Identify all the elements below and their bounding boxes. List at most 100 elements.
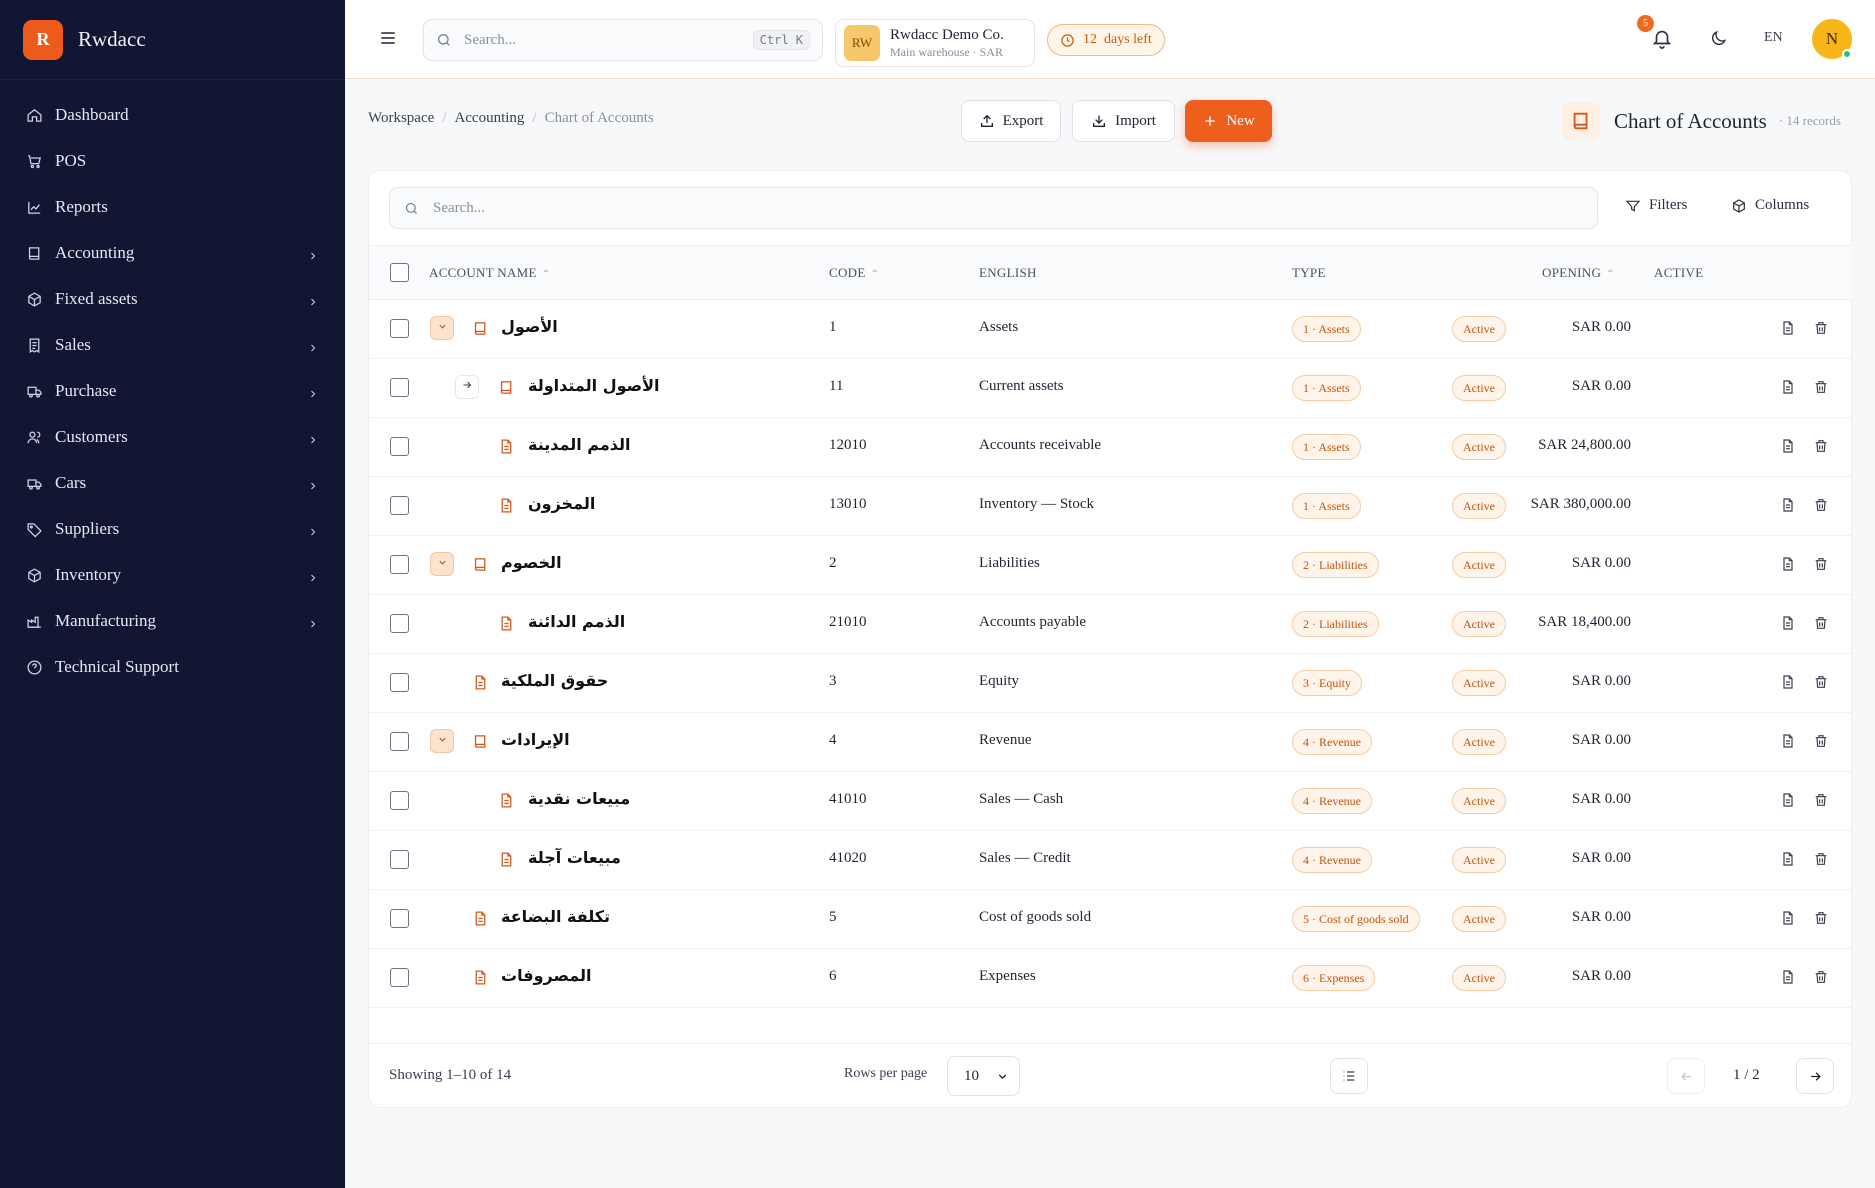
- sidebar-item-manufacturing[interactable]: Manufacturing: [0, 598, 345, 644]
- edit-icon[interactable]: [1780, 378, 1798, 398]
- table-row[interactable]: المصروفات 6 Expenses 6 · Expenses SAR 0.00 Ac…: [369, 949, 1853, 1008]
- account-name[interactable]: المخزون: [528, 494, 595, 513]
- account-name[interactable]: الأصول المتداولة: [528, 376, 659, 395]
- edit-icon[interactable]: [1780, 496, 1798, 516]
- account-name[interactable]: المصروفات: [501, 966, 591, 985]
- table-row[interactable]: الذمم المدينة 12010 Accounts receivable 1 ·…: [369, 418, 1853, 477]
- trash-icon[interactable]: [1813, 791, 1831, 811]
- account-name[interactable]: الذمم المدينة: [528, 435, 630, 454]
- edit-icon[interactable]: [1780, 791, 1798, 811]
- trash-icon[interactable]: [1813, 437, 1831, 457]
- edit-icon[interactable]: [1780, 909, 1798, 929]
- bell-icon[interactable]: [1651, 27, 1675, 51]
- row-checkbox[interactable]: [390, 378, 409, 397]
- sidebar-item-pos[interactable]: POS: [0, 138, 345, 184]
- filters-button[interactable]: Filters: [1625, 197, 1687, 214]
- export-button[interactable]: Export: [961, 100, 1061, 142]
- previous-page-button[interactable]: [1667, 1058, 1705, 1094]
- sidebar-item-accounting[interactable]: Accounting: [0, 230, 345, 276]
- trash-icon[interactable]: [1813, 968, 1831, 988]
- row-checkbox[interactable]: [390, 732, 409, 751]
- row-checkbox[interactable]: [390, 791, 409, 810]
- collapse-toggle[interactable]: [430, 316, 454, 340]
- table-row[interactable]: الأصول 1 Assets 1 · Assets SAR 0.00 Active: [369, 300, 1853, 359]
- table-row[interactable]: حقوق الملكية 3 Equity 3 · Equity SAR 0.00 Act…: [369, 654, 1853, 713]
- new-button[interactable]: New: [1185, 100, 1272, 142]
- edit-icon[interactable]: [1780, 555, 1798, 575]
- row-checkbox[interactable]: [390, 319, 409, 338]
- account-name[interactable]: الأصول: [501, 317, 558, 336]
- account-name[interactable]: حقوق الملكية: [501, 671, 608, 690]
- sidebar-item-technical-support[interactable]: Technical Support: [0, 644, 345, 690]
- trash-icon[interactable]: [1813, 850, 1831, 870]
- language-switcher[interactable]: EN: [1764, 30, 1783, 46]
- columns-button[interactable]: Columns: [1731, 197, 1809, 214]
- next-page-button[interactable]: [1796, 1058, 1834, 1094]
- account-name[interactable]: الخصوم: [501, 553, 562, 572]
- edit-icon[interactable]: [1780, 968, 1798, 988]
- trash-icon[interactable]: [1813, 673, 1831, 693]
- sidebar-item-fixed-assets[interactable]: Fixed assets: [0, 276, 345, 322]
- account-name[interactable]: تكلفة البضاعة: [501, 907, 610, 926]
- row-checkbox[interactable]: [390, 909, 409, 928]
- sidebar-item-reports[interactable]: Reports: [0, 184, 345, 230]
- table-row[interactable]: الأصول المتداولة 11 Current assets 1 · Asse…: [369, 359, 1853, 418]
- sidebar-item-inventory[interactable]: Inventory: [0, 552, 345, 598]
- edit-icon[interactable]: [1780, 614, 1798, 634]
- sidebar-item-dashboard[interactable]: Dashboard: [0, 92, 345, 138]
- trash-icon[interactable]: [1813, 555, 1831, 575]
- table-row[interactable]: الخصوم 2 Liabilities 2 · Liabilities SAR 0.0…: [369, 536, 1853, 595]
- trash-icon[interactable]: [1813, 496, 1831, 516]
- expand-toggle[interactable]: [455, 375, 479, 399]
- menu-icon[interactable]: [378, 28, 400, 50]
- row-checkbox[interactable]: [390, 968, 409, 987]
- sidebar-item-cars[interactable]: Cars: [0, 460, 345, 506]
- row-checkbox[interactable]: [390, 673, 409, 692]
- table-search-input[interactable]: Search...: [389, 187, 1598, 229]
- row-checkbox[interactable]: [390, 496, 409, 515]
- edit-icon[interactable]: [1780, 437, 1798, 457]
- collapse-toggle[interactable]: [430, 552, 454, 576]
- table-row[interactable]: الذمم الدائنة 21010 Accounts payable 2 · Li…: [369, 595, 1853, 654]
- trash-icon[interactable]: [1813, 378, 1831, 398]
- moon-icon[interactable]: [1709, 29, 1731, 51]
- sidebar-item-purchase[interactable]: Purchase: [0, 368, 345, 414]
- row-checkbox[interactable]: [390, 614, 409, 633]
- column-header-code[interactable]: CODE ⌃: [829, 265, 879, 281]
- sidebar-item-sales[interactable]: Sales: [0, 322, 345, 368]
- list-view-button[interactable]: [1330, 1058, 1368, 1094]
- row-checkbox[interactable]: [390, 850, 409, 869]
- collapse-toggle[interactable]: [430, 729, 454, 753]
- brand[interactable]: R Rwdacc: [0, 0, 345, 80]
- trash-icon[interactable]: [1813, 732, 1831, 752]
- select-all-checkbox[interactable]: [390, 263, 409, 282]
- sidebar-item-suppliers[interactable]: Suppliers: [0, 506, 345, 552]
- sidebar-item-customers[interactable]: Customers: [0, 414, 345, 460]
- account-name[interactable]: الذمم الدائنة: [528, 612, 625, 631]
- trash-icon[interactable]: [1813, 909, 1831, 929]
- column-header-account-name[interactable]: ACCOUNT NAME ⌃: [429, 265, 550, 281]
- table-row[interactable]: تكلفة البضاعة 5 Cost of goods sold 5 · Cost…: [369, 890, 1853, 949]
- trash-icon[interactable]: [1813, 319, 1831, 339]
- table-row[interactable]: مبيعات نقدية 41010 Sales — Cash 4 · Revenue…: [369, 772, 1853, 831]
- edit-icon[interactable]: [1780, 732, 1798, 752]
- edit-icon[interactable]: [1780, 673, 1798, 693]
- table-row[interactable]: مبيعات آجلة 41020 Sales — Credit 4 · Revenu…: [369, 831, 1853, 890]
- global-search-input[interactable]: Search... Ctrl K: [423, 19, 823, 61]
- column-header-opening[interactable]: OPENING ⌃: [1542, 265, 1615, 281]
- breadcrumb-accounting[interactable]: Accounting: [454, 110, 524, 127]
- trash-icon[interactable]: [1813, 614, 1831, 634]
- table-row[interactable]: المخزون 13010 Inventory — Stock 1 · Assets S…: [369, 477, 1853, 536]
- account-name[interactable]: مبيعات نقدية: [528, 789, 630, 808]
- edit-icon[interactable]: [1780, 850, 1798, 870]
- table-row[interactable]: الإيرادات 4 Revenue 4 · Revenue SAR 0.00 Acti…: [369, 713, 1853, 772]
- trial-badge[interactable]: 12 days left: [1047, 24, 1165, 56]
- company-switcher[interactable]: RW Rwdacc Demo Co. Main warehouse · SAR: [835, 19, 1035, 67]
- row-checkbox[interactable]: [390, 555, 409, 574]
- import-button[interactable]: Import: [1072, 100, 1175, 142]
- row-checkbox[interactable]: [390, 437, 409, 456]
- edit-icon[interactable]: [1780, 319, 1798, 339]
- breadcrumb-workspace[interactable]: Workspace: [368, 110, 434, 127]
- account-name[interactable]: مبيعات آجلة: [528, 848, 621, 867]
- rows-per-page-select[interactable]: 10: [947, 1056, 1020, 1096]
